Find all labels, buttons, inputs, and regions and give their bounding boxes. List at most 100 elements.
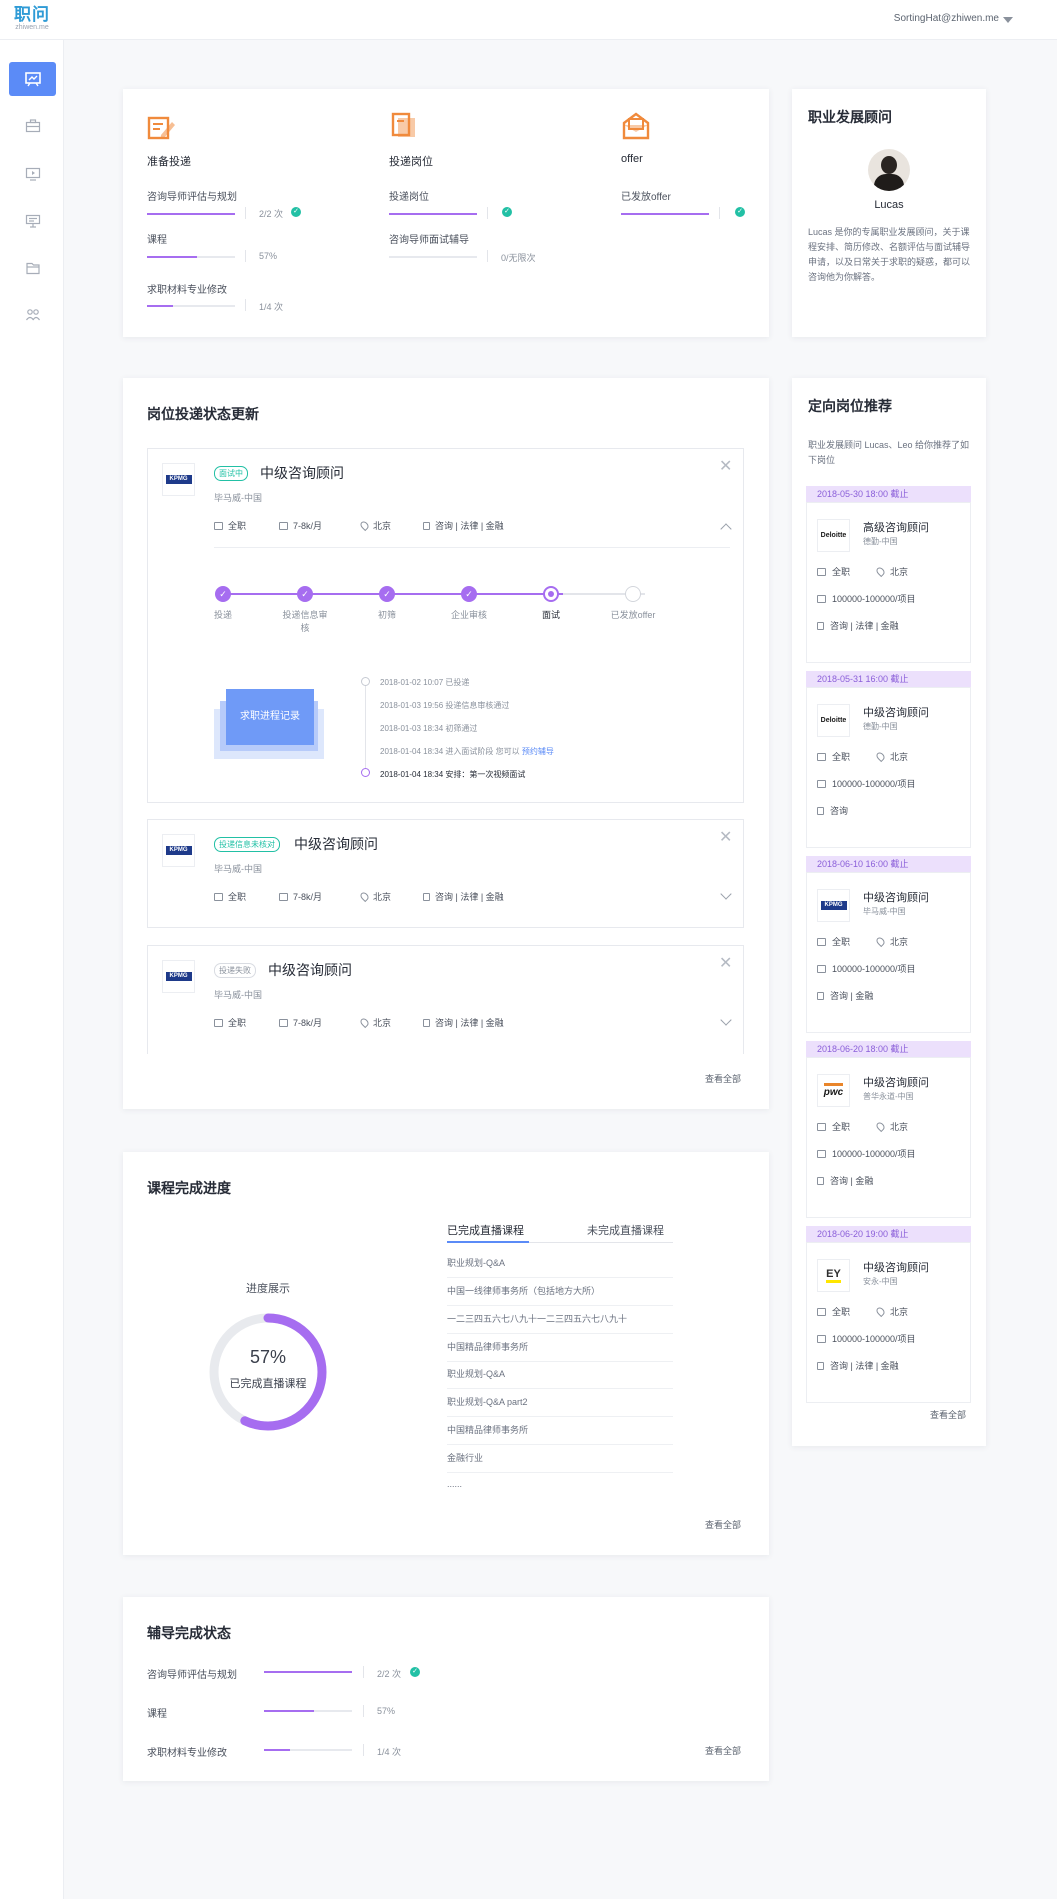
progress-bar (147, 256, 235, 258)
job-title[interactable]: 中级咨询顾问 (863, 704, 929, 720)
sidebar-item-advisors[interactable] (9, 298, 56, 332)
tab-incomplete[interactable]: 未完成直播课程 (587, 1222, 664, 1238)
job-industry: 咨询 (817, 804, 848, 817)
job-industry: 咨询 | 法律 | 金融 (423, 519, 504, 532)
job-type: 全职 (214, 1016, 246, 1029)
course-item[interactable]: 中国精品律师事务所 (447, 1423, 673, 1445)
logo[interactable]: 职问 zhiwen.me (10, 6, 54, 32)
view-all-link[interactable]: 查看全部 (705, 1744, 741, 1757)
chevron-down-icon[interactable] (720, 1014, 732, 1026)
sidebar-item-jobs[interactable] (9, 109, 56, 143)
job-type: 全职 (817, 565, 850, 578)
progress-bar (264, 1749, 352, 1751)
timeline-line (365, 681, 366, 773)
job-title[interactable]: 中级咨询顾问 (863, 1074, 929, 1090)
recommend-item[interactable]: EY 中级咨询顾问 安永-中国 全职 北京 100000-100000/项目 咨… (806, 1242, 971, 1403)
close-icon[interactable]: ✕ (719, 459, 732, 475)
overview-row-value: 57% (259, 251, 278, 261)
job-company: 德勤-中国 (863, 537, 898, 546)
course-item[interactable]: 职业规划-Q&A part2 (447, 1395, 673, 1417)
progress-bar (147, 213, 235, 215)
timeline-item: 2018-01-03 18:34 初筛通过 (380, 724, 478, 733)
job-title[interactable]: 中级咨询顾问 (863, 1259, 929, 1275)
divider (487, 207, 488, 219)
timeline-link[interactable]: 预约辅导 (522, 747, 554, 756)
deadline-banner: 2018-05-30 18:00 截止 (806, 486, 971, 502)
close-icon[interactable]: ✕ (719, 956, 732, 972)
step-label: 已发放offer (610, 610, 656, 620)
sidebar-item-resume[interactable] (9, 204, 56, 238)
job-title[interactable]: 高级咨询顾问 (863, 519, 929, 535)
calendar-icon (279, 521, 288, 530)
course-item[interactable]: 金融行业 (447, 1451, 673, 1473)
location-icon (874, 750, 887, 763)
timeline-item: 2018-01-04 18:34 安排：第一次视频面试 (380, 770, 526, 779)
bookmark-icon (817, 806, 824, 815)
recommend-item[interactable]: Deloitte 高级咨询顾问 德勤-中国 全职 北京 100000-10000… (806, 502, 971, 663)
job-city: 北京 (874, 935, 908, 948)
chevron-up-icon[interactable] (720, 523, 732, 535)
job-industry-text: 咨询 | 法律 | 金融 (830, 621, 899, 631)
job-title[interactable]: 中级咨询顾问 (294, 834, 378, 854)
record-illustration[interactable]: 求职进程记录 (214, 689, 324, 759)
overview-row-label: 课程 (147, 235, 167, 246)
step-label: 投递 (213, 610, 232, 620)
sidebar-item-files[interactable] (9, 251, 56, 285)
progress-bar (264, 1671, 352, 1673)
sidebar-item-courses[interactable] (9, 157, 56, 191)
view-all-link[interactable]: 查看全部 (705, 1072, 741, 1085)
recommend-item[interactable]: Deloitte 中级咨询顾问 德勤-中国 全职 北京 100000-10000… (806, 687, 971, 848)
sidebar (0, 40, 64, 1899)
sidebar-item-dashboard[interactable] (9, 62, 56, 96)
close-icon[interactable]: ✕ (719, 830, 732, 846)
logo-subtext: zhiwen.me (15, 24, 49, 31)
job-company: 安永-中国 (863, 1277, 898, 1286)
deadline-banner: 2018-06-10 16:00 截止 (806, 856, 971, 872)
job-industry-text: 咨询 | 金融 (830, 1176, 874, 1186)
user-email[interactable]: SortingHat@zhiwen.me (894, 13, 999, 24)
status-section-title: 岗位投递状态更新 (147, 406, 259, 422)
company-logo: pwc (817, 1074, 850, 1107)
progress-bar (389, 256, 477, 258)
calendar-icon (817, 594, 826, 603)
job-title[interactable]: 中级咨询顾问 (260, 463, 344, 483)
course-item[interactable]: 一二三四五六七八九十一二三四五六七八九十 (447, 1312, 673, 1334)
course-item[interactable]: 中国一线律师事务所（包括地方大所） (447, 1284, 673, 1306)
job-company: 毕马威-中国 (214, 493, 262, 503)
coach-row-value: 2/2 次 (377, 1669, 402, 1679)
kpmg-logo: KPMG (820, 901, 847, 910)
avatar-head (881, 156, 897, 174)
briefcase-icon (214, 1018, 223, 1027)
job-card[interactable]: KPMG 投递信息未核对 中级咨询顾问 毕马威-中国 全职 7-8k/月 北京 … (147, 819, 744, 928)
calendar-icon (817, 1149, 826, 1158)
kpmg-logo: KPMG (165, 846, 192, 855)
job-card[interactable]: KPMG 投递失败 中级咨询顾问 毕马威-中国 全职 7-8k/月 北京 咨询 … (147, 945, 744, 1054)
briefcase-icon (214, 521, 223, 530)
job-title[interactable]: 中级咨询顾问 (863, 889, 929, 905)
tab-completed[interactable]: 已完成直播课程 (447, 1222, 524, 1238)
job-industry: 咨询 | 金融 (817, 1174, 873, 1187)
recommend-item[interactable]: pwc 中级咨询顾问 普华永道-中国 全职 北京 100000-100000/项… (806, 1057, 971, 1218)
bookmark-icon (817, 1176, 824, 1185)
job-title[interactable]: 中级咨询顾问 (268, 960, 352, 980)
view-all-link[interactable]: 查看全部 (930, 1408, 966, 1421)
course-item[interactable]: 中国精品律师事务所 (447, 1340, 673, 1362)
briefcase-icon (25, 119, 40, 133)
job-salary-text: 7-8k/月 (293, 1018, 323, 1028)
course-item[interactable]: 职业规划-Q&A (447, 1256, 673, 1278)
recommend-item[interactable]: KPMG 中级咨询顾问 毕马威-中国 全职 北京 100000-100000/项… (806, 872, 971, 1033)
chevron-down-icon[interactable] (1003, 17, 1013, 23)
avatar[interactable] (868, 149, 910, 191)
job-company: 毕马威-中国 (863, 907, 906, 916)
course-item[interactable]: 职业规划-Q&A (447, 1367, 673, 1389)
chevron-down-icon[interactable] (720, 888, 732, 900)
company-logo: KPMG (162, 834, 195, 867)
job-industry: 咨询 | 法律 | 金融 (817, 619, 899, 632)
view-all-link[interactable]: 查看全部 (705, 1518, 741, 1531)
job-card[interactable]: KPMG 面试中 中级咨询顾问 毕马威-中国 全职 7-8k/月 北京 咨询 |… (147, 448, 744, 803)
record-button: 求职进程记录 (226, 689, 314, 745)
job-city-text: 北京 (890, 1122, 909, 1132)
location-icon (358, 1016, 371, 1029)
company-logo: KPMG (162, 960, 195, 993)
divider (214, 547, 730, 548)
